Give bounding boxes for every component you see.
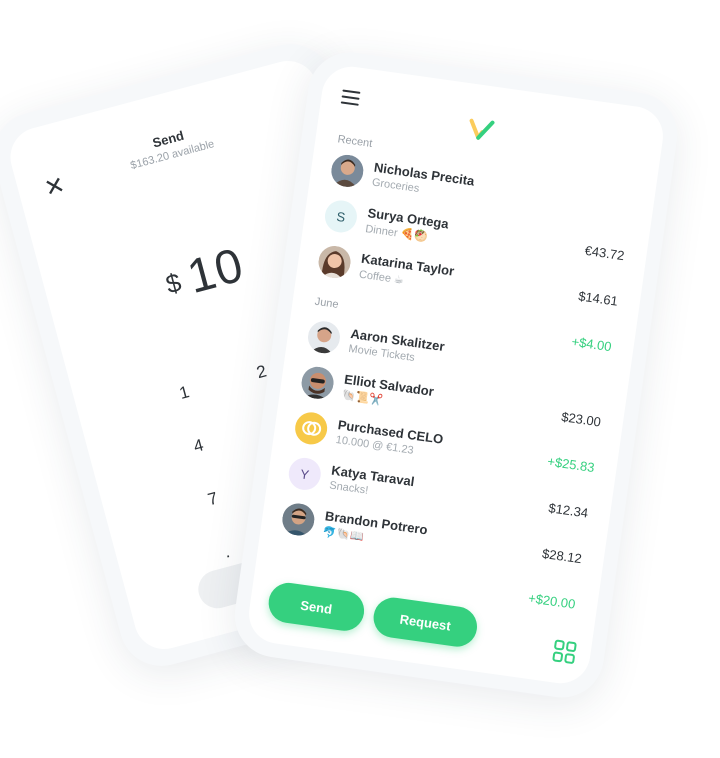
keypad-key-1[interactable]: 1 xyxy=(163,378,207,408)
avatar xyxy=(316,243,353,281)
avatar xyxy=(299,364,336,401)
avatar xyxy=(305,319,343,356)
transaction-amount: +$20.00 xyxy=(527,590,577,612)
section-recent: Recent xyxy=(336,133,374,151)
qr-scan-icon[interactable] xyxy=(551,638,578,665)
currency-symbol: $ xyxy=(162,266,186,300)
valora-logo-icon xyxy=(469,118,495,140)
celo-icon xyxy=(293,410,330,447)
keypad-key-7[interactable]: 7 xyxy=(191,484,235,514)
transaction-amount: $12.34 xyxy=(547,500,590,521)
available-balance: $163.20 available xyxy=(129,138,216,173)
transaction-amount: $28.12 xyxy=(541,545,583,567)
avatar: Y xyxy=(286,455,323,492)
avatar xyxy=(280,501,317,538)
transaction-amount: $14.61 xyxy=(577,288,619,309)
feed-screen: Recent Nicholas Precita Groceries S Sury… xyxy=(245,62,667,688)
avatar xyxy=(329,152,366,189)
transaction-amount: +$4.00 xyxy=(570,333,613,355)
transaction-amount: +$25.83 xyxy=(546,453,596,476)
amount-value: 10 xyxy=(182,238,250,305)
hamburger-icon[interactable] xyxy=(340,89,361,109)
avatar: S xyxy=(322,198,360,235)
transaction-amount: €43.72 xyxy=(583,242,626,264)
transaction-amount: $23.00 xyxy=(560,409,602,430)
send-title: Send xyxy=(150,127,186,151)
keypad-key-4[interactable]: 4 xyxy=(177,431,221,461)
